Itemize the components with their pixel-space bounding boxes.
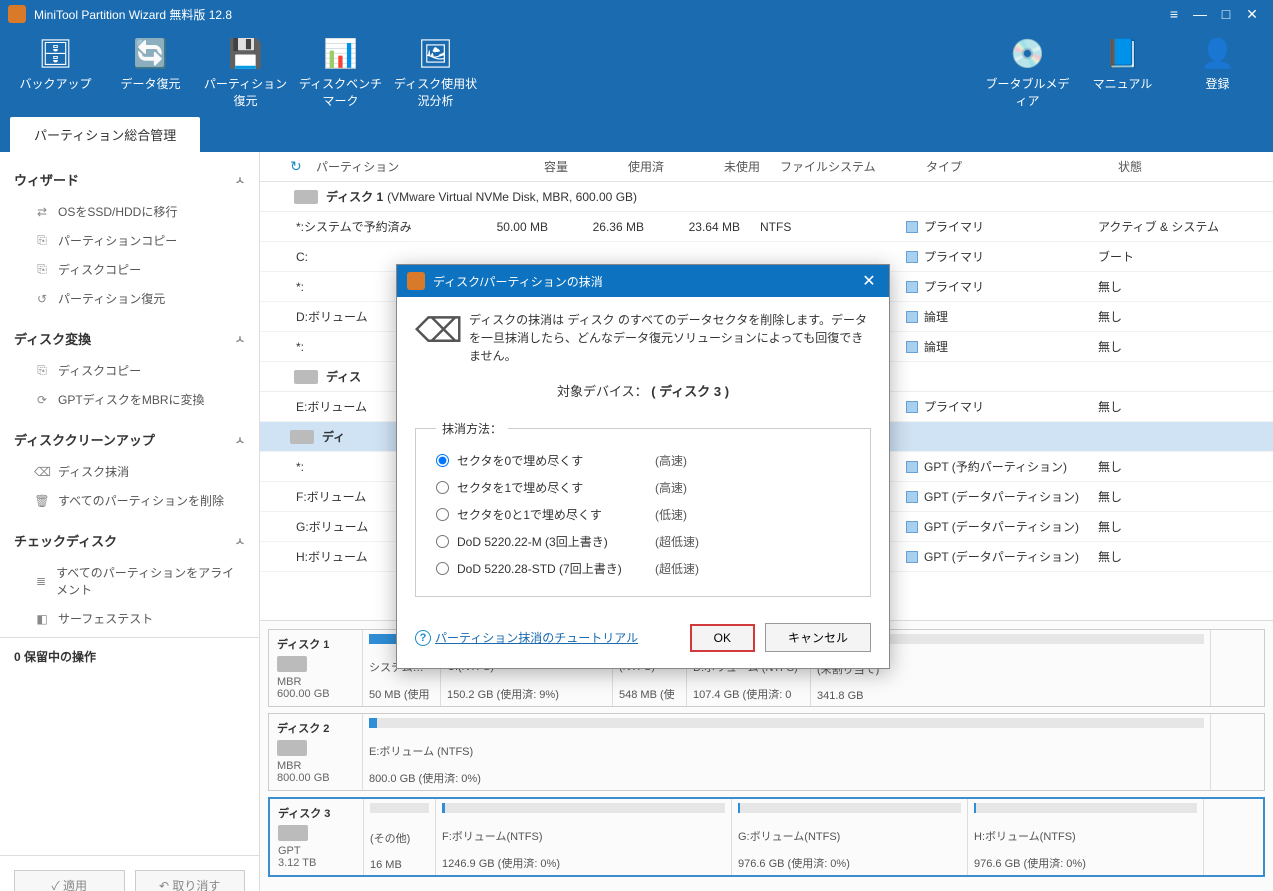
- method-label: セクタを0と1で埋め尽くす: [457, 506, 647, 523]
- wipe-method-group: 抹消方法： セクタを0で埋め尽くす (高速) セクタを1で埋め尽くす (高速) …: [415, 420, 871, 597]
- wipe-method-option[interactable]: DoD 5220.22-M (3回上書き) (超低速): [436, 528, 850, 555]
- radio-input[interactable]: [436, 454, 449, 467]
- method-label: セクタを0で埋め尽くす: [457, 452, 647, 469]
- method-speed: (超低速): [655, 560, 699, 577]
- app-window: MiniTool Partition Wizard 無料版 12.8 ≡ — □…: [0, 0, 1273, 891]
- method-speed: (低速): [655, 506, 687, 523]
- radio-input[interactable]: [436, 508, 449, 521]
- dialog-titlebar: ディスク/パーティションの抹消 ✕: [397, 265, 889, 297]
- radio-input[interactable]: [436, 562, 449, 575]
- wipe-method-option[interactable]: セクタを0で埋め尽くす (高速): [436, 447, 850, 474]
- ok-button[interactable]: OK: [690, 624, 755, 652]
- method-label: DoD 5220.28-STD (7回上書き): [457, 560, 647, 577]
- radio-input[interactable]: [436, 481, 449, 494]
- dialog-description: ディスクの抹消は ディスク のすべてのデータセクタを削除します。データを一旦抹消…: [469, 311, 871, 365]
- wipe-dialog: ディスク/パーティションの抹消 ✕ ⌫ ディスクの抹消は ディスク のすべてのデ…: [396, 264, 890, 669]
- cancel-button[interactable]: キャンセル: [765, 623, 871, 652]
- wipe-method-legend: 抹消方法：: [436, 420, 508, 437]
- dialog-close-icon[interactable]: ✕: [859, 271, 879, 291]
- radio-input[interactable]: [436, 535, 449, 548]
- wipe-method-option[interactable]: セクタを0と1で埋め尽くす (低速): [436, 501, 850, 528]
- method-speed: (高速): [655, 452, 687, 469]
- target-device: 対象デバイス： ( ディスク 3 ): [415, 381, 871, 400]
- wipe-method-option[interactable]: セクタを1で埋め尽くす (高速): [436, 474, 850, 501]
- method-label: セクタを1で埋め尽くす: [457, 479, 647, 496]
- tutorial-link[interactable]: ? パーティション抹消のチュートリアル: [415, 629, 638, 646]
- eraser-icon: ⌫: [415, 311, 455, 351]
- method-speed: (超低速): [655, 533, 699, 550]
- dialog-title: ディスク/パーティションの抹消: [433, 273, 603, 290]
- wipe-method-option[interactable]: DoD 5220.28-STD (7回上書き) (超低速): [436, 555, 850, 582]
- method-speed: (高速): [655, 479, 687, 496]
- dialog-logo-icon: [407, 272, 425, 290]
- method-label: DoD 5220.22-M (3回上書き): [457, 533, 647, 550]
- help-icon: ?: [415, 630, 431, 646]
- dialog-overlay: ディスク/パーティションの抹消 ✕ ⌫ ディスクの抹消は ディスク のすべてのデ…: [0, 0, 1273, 891]
